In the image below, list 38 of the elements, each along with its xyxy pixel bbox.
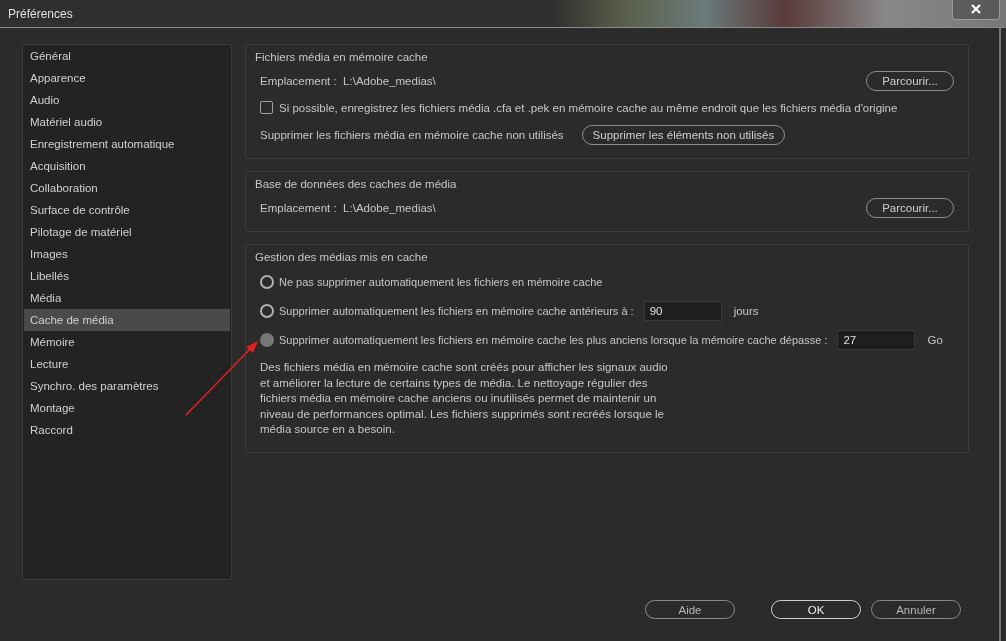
sidebar-item[interactable]: Collaboration: [24, 177, 230, 199]
description-text: Des fichiers média en mémoire cache sont créés pour afficher les signaux audio et améliorer la lecture de certains types de média. Le nettoyage régulier des fichiers média en mémoire cache anciens ou inutilisés permet de maintenir un niveau de performances optimal. Les fichiers supprimés sont recréés lorsque le média source en a besoin.: [260, 360, 669, 437]
sidebar-item[interactable]: Matériel audio: [24, 111, 230, 133]
unit-label: Go: [927, 333, 943, 346]
location-label: Emplacement : L:\Adobe_medias\: [260, 201, 436, 214]
close-icon: [971, 4, 981, 14]
sidebar-item[interactable]: Audio: [24, 89, 230, 111]
sidebar-item[interactable]: Libellés: [24, 265, 230, 287]
sidebar-item[interactable]: Lecture: [24, 353, 230, 375]
checkbox-label: Si possible, enregistrez les fichiers média .cfa et .pek en mémoire cache au même endroit que les fichiers média d'origine: [279, 101, 898, 114]
sidebar-item[interactable]: Images: [24, 243, 230, 265]
number-field[interactable]: 90: [643, 300, 722, 321]
close-button[interactable]: [952, 0, 1000, 20]
unit-label: jours: [733, 304, 759, 317]
sidebar-item[interactable]: Montage: [24, 397, 230, 419]
sidebar-item[interactable]: Synchro. des paramètres: [24, 375, 230, 397]
group-title: Base de données des caches de média: [255, 178, 458, 190]
radio-button[interactable]: [260, 274, 274, 289]
sidebar-item[interactable]: Acquisition: [24, 155, 230, 177]
radio-button[interactable]: [260, 303, 274, 318]
radio-label: Ne pas supprimer automatiquement les fichiers en mémoire cache: [279, 275, 603, 288]
sidebar-item[interactable]: Général: [24, 45, 230, 67]
sidebar-item[interactable]: Enregistrement automatique: [24, 133, 230, 155]
sidebar-item[interactable]: Média: [24, 287, 230, 309]
sidebar-item[interactable]: Apparence: [24, 67, 230, 89]
group-title: Gestion des médias mis en cache: [255, 251, 429, 263]
remove-label: Supprimer les fichiers média en mémoire cache non utilisés: [260, 128, 564, 141]
sidebar-item[interactable]: Pilotage de matériel: [24, 221, 230, 243]
radio-label: Supprimer automatiquement les fichiers en mémoire cache antérieurs à :: [279, 304, 634, 317]
radio-label: Supprimer automatiquement les fichiers en mémoire cache les plus anciens lorsque la mémoire cache dépasse :: [279, 333, 828, 346]
window-title: Préférences: [8, 6, 73, 21]
checkbox[interactable]: [260, 101, 273, 114]
sidebar-item[interactable]: Mémoire: [24, 331, 230, 353]
sidebar-item[interactable]: Raccord: [24, 419, 230, 441]
sidebar-item[interactable]: Cache de média: [24, 309, 230, 331]
group-title: Fichiers média en mémoire cache: [255, 51, 429, 63]
sidebar-item[interactable]: Surface de contrôle: [24, 199, 230, 221]
location-label: Emplacement : L:\Adobe_medias\: [260, 74, 436, 87]
